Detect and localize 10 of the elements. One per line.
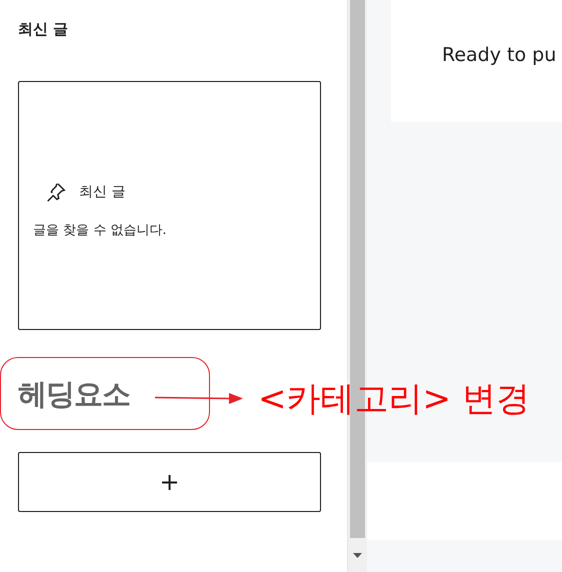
annotation-text: <카테고리> 변경 <box>258 378 530 421</box>
empty-message: 글을 찾을 수 없습니다. <box>33 222 168 238</box>
add-block-button[interactable]: + <box>18 452 321 512</box>
panel-title: 최신 글 <box>18 20 70 40</box>
heading-text: 헤딩요소 <box>18 376 130 413</box>
notice-text: Ready to pu <box>442 44 556 66</box>
widget-title: 최신 글 <box>79 182 126 200</box>
widget-card[interactable]: 최신 글 글을 찾을 수 없습니다. <box>18 81 321 330</box>
pin-icon <box>45 180 67 202</box>
scroll-down-icon[interactable] <box>353 552 362 558</box>
